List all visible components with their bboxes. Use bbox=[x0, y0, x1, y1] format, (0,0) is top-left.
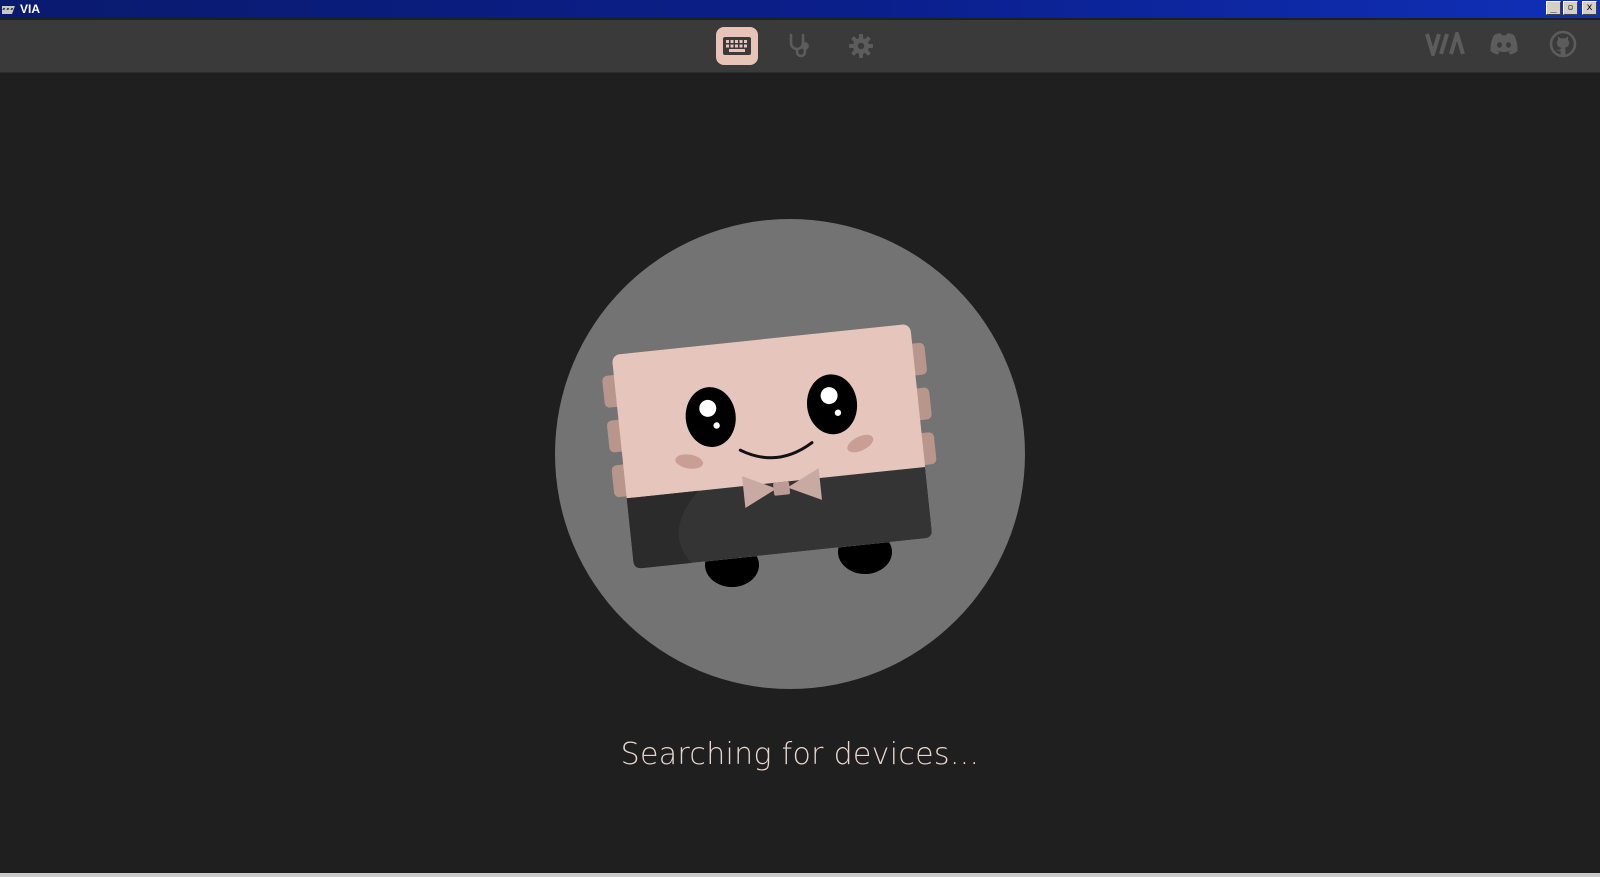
main-content: Searching for devices... bbox=[0, 73, 1600, 873]
tab-configure[interactable] bbox=[716, 27, 758, 65]
window-titlebar: VIA _ ▫ x bbox=[0, 0, 1600, 18]
github-icon bbox=[1549, 30, 1577, 62]
via-logo-icon bbox=[1425, 27, 1467, 61]
searching-status: Searching for devices... bbox=[620, 737, 980, 772]
minimize-button[interactable]: _ bbox=[1546, 1, 1561, 15]
tab-settings[interactable] bbox=[840, 27, 882, 65]
maximize-button[interactable]: ▫ bbox=[1563, 1, 1578, 15]
via-website-link[interactable] bbox=[1424, 27, 1468, 61]
discord-icon bbox=[1489, 32, 1519, 60]
keyboard-mascot-illustration bbox=[555, 219, 1025, 689]
app-toolbar bbox=[0, 20, 1600, 73]
via-app-icon bbox=[0, 2, 18, 16]
window-bottom-edge bbox=[0, 873, 1600, 877]
tab-test[interactable] bbox=[778, 27, 820, 65]
window-title: VIA bbox=[20, 2, 41, 16]
close-button[interactable]: x bbox=[1582, 1, 1597, 15]
discord-link[interactable] bbox=[1487, 31, 1521, 61]
keyboard-icon bbox=[722, 35, 752, 57]
stethoscope-icon bbox=[785, 32, 813, 60]
github-link[interactable] bbox=[1546, 30, 1580, 62]
gear-icon bbox=[848, 33, 874, 59]
